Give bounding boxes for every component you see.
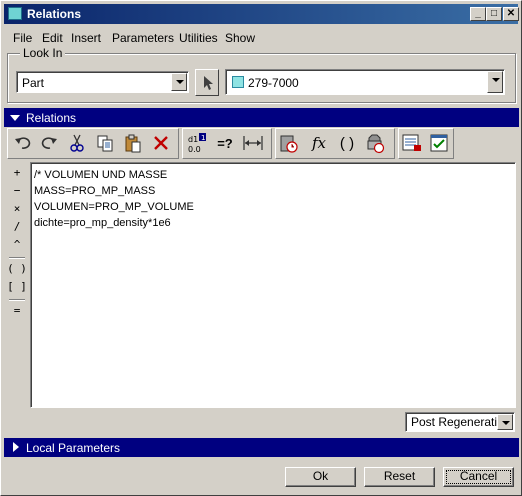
operator-brackets-button[interactable]: [ ] [7, 278, 27, 296]
sort-icon[interactable] [277, 131, 301, 155]
reset-button[interactable]: Reset [364, 467, 435, 487]
look-in-type-select[interactable]: Part [16, 71, 189, 93]
verify-icon[interactable]: =? [213, 131, 237, 155]
show-dimensions-icon[interactable] [400, 131, 424, 155]
svg-text:d1: d1 [188, 135, 198, 144]
title-bar[interactable]: Relations _ □ ✕ [4, 4, 519, 24]
cut-icon[interactable] [65, 131, 89, 155]
operator-parentheses-button[interactable]: ( ) [7, 260, 27, 278]
relation-line: MASS=PRO_MP_MASS [34, 185, 156, 197]
menu-bar: File Edit Insert Parameters Utilities Sh… [4, 28, 518, 48]
evaluate-display-icon[interactable]: d1 1 0.0 [185, 131, 209, 155]
window-title: Relations [27, 7, 82, 21]
chevron-down-icon[interactable] [497, 414, 513, 430]
palette-divider [9, 299, 25, 301]
local-parameters-section-label: Local Parameters [26, 441, 121, 455]
operator-multiply-button[interactable]: × [7, 200, 27, 218]
regeneration-timing-select[interactable]: Post Regeneration [405, 412, 515, 432]
operator-palette: + − × / ^ ( ) [ ] = [7, 162, 27, 407]
relation-line: dichte=pro_mp_density*1e6 [34, 217, 171, 229]
copy-icon[interactable] [93, 131, 117, 155]
window-app-icon [8, 7, 22, 20]
relations-section-label: Relations [26, 111, 77, 125]
relation-line: /* VOLUMEN UND MASSE [34, 169, 168, 181]
cursor-arrow-icon [204, 76, 213, 90]
menu-edit[interactable]: Edit [42, 31, 63, 45]
operator-minus-button[interactable]: − [7, 182, 27, 200]
redo-icon[interactable] [37, 131, 61, 155]
menu-parameters[interactable]: Parameters [112, 31, 174, 45]
cancel-button[interactable]: Cancel [443, 467, 514, 487]
look-in-model-value: 279-7000 [248, 76, 299, 90]
look-in-model-select[interactable]: 279-7000 [225, 69, 505, 95]
relation-line: VOLUMEN=PRO_MP_VOLUME [34, 201, 194, 213]
operator-power-button[interactable]: ^ [7, 236, 27, 254]
menu-insert[interactable]: Insert [71, 31, 101, 45]
regeneration-timing-value: Post Regeneration [411, 415, 511, 429]
close-button[interactable]: ✕ [503, 7, 519, 21]
chevron-down-icon[interactable] [171, 73, 187, 91]
svg-text:0.0: 0.0 [188, 145, 201, 154]
operator-divide-button[interactable]: / [7, 218, 27, 236]
local-parameters-section-header[interactable]: Local Parameters [4, 438, 519, 457]
minimize-button[interactable]: _ [470, 7, 486, 21]
ok-button[interactable]: Ok [285, 467, 356, 487]
relations-window: Relations _ □ ✕ File Edit Insert Paramet… [0, 0, 522, 496]
look-in-legend: Look In [20, 46, 66, 60]
expand-triangle-icon [13, 442, 19, 452]
measure-distance-icon[interactable] [241, 131, 265, 155]
part-icon [232, 76, 244, 88]
look-in-type-value: Part [22, 76, 45, 90]
delete-icon[interactable] [149, 131, 173, 155]
parentheses-icon[interactable]: ( ) [335, 131, 359, 155]
relations-section-header[interactable]: Relations [4, 108, 519, 127]
menu-utilities[interactable]: Utilities [179, 31, 218, 45]
menu-show[interactable]: Show [225, 31, 255, 45]
paste-icon[interactable] [121, 131, 145, 155]
maximize-button[interactable]: □ [486, 7, 502, 21]
svg-text:1: 1 [201, 134, 205, 142]
menu-file[interactable]: File [13, 31, 32, 45]
undo-icon[interactable] [11, 131, 35, 155]
select-model-button[interactable] [195, 69, 219, 96]
palette-divider [9, 257, 25, 259]
operator-equals-button[interactable]: = [7, 302, 27, 320]
function-icon[interactable]: fx [307, 131, 331, 155]
relations-editor[interactable]: /* VOLUMEN UND MASSE MASS=PRO_MP_MASS VO… [30, 162, 516, 408]
operator-plus-button[interactable]: + [7, 164, 27, 182]
verify-relations-icon[interactable] [427, 131, 451, 155]
chevron-down-icon[interactable] [487, 71, 503, 93]
execute-icon[interactable] [363, 131, 387, 155]
relations-toolbar: d1 1 0.0 =? fx ( ) [7, 128, 515, 159]
collapse-triangle-icon [10, 115, 20, 121]
